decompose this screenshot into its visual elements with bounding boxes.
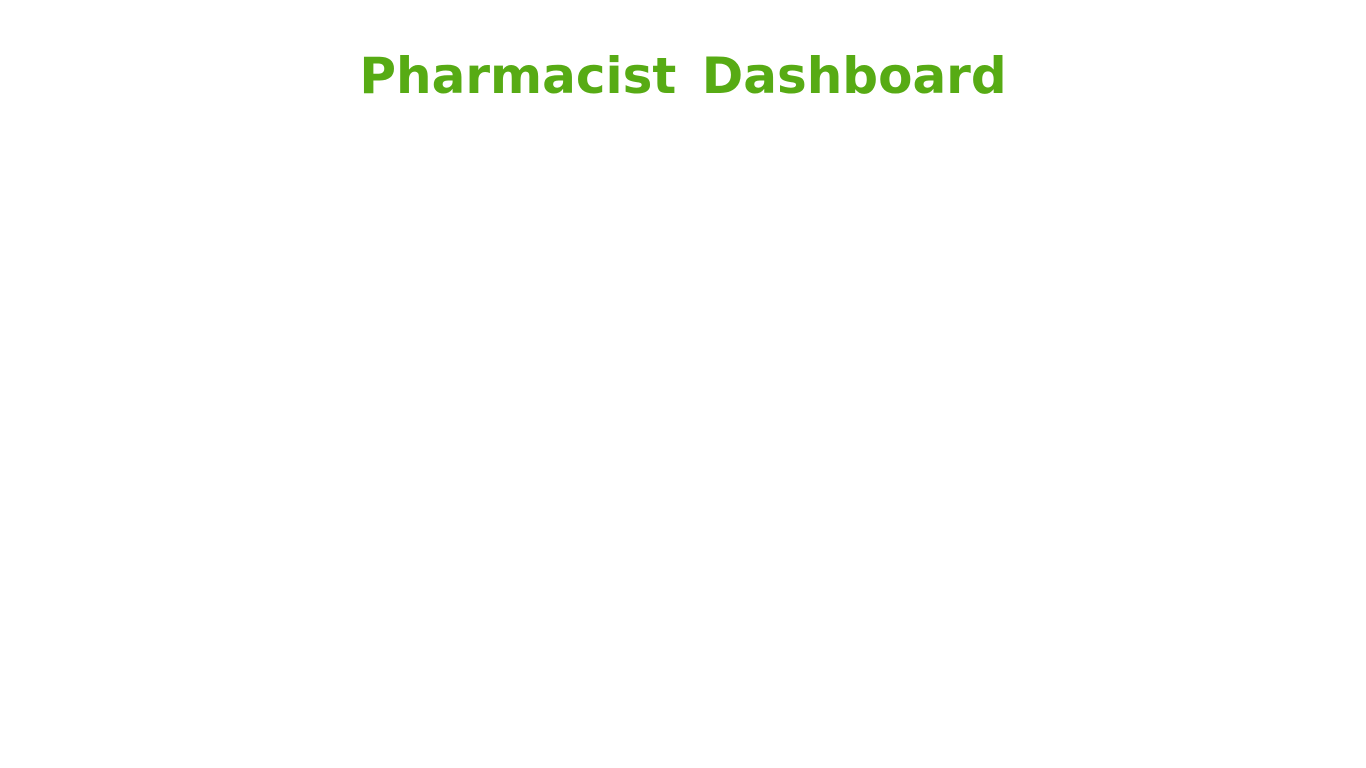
page-header: Pharmacist Dashboard [0, 44, 1366, 108]
dashboard-content-area [0, 130, 1366, 768]
page-title: Pharmacist Dashboard [359, 44, 1006, 108]
page-title-word-pharmacist: Pharmacist [359, 47, 677, 105]
page-title-word-dashboard: Dashboard [701, 47, 1007, 105]
pharmacist-dashboard-page: Pharmacist Dashboard [0, 0, 1366, 768]
